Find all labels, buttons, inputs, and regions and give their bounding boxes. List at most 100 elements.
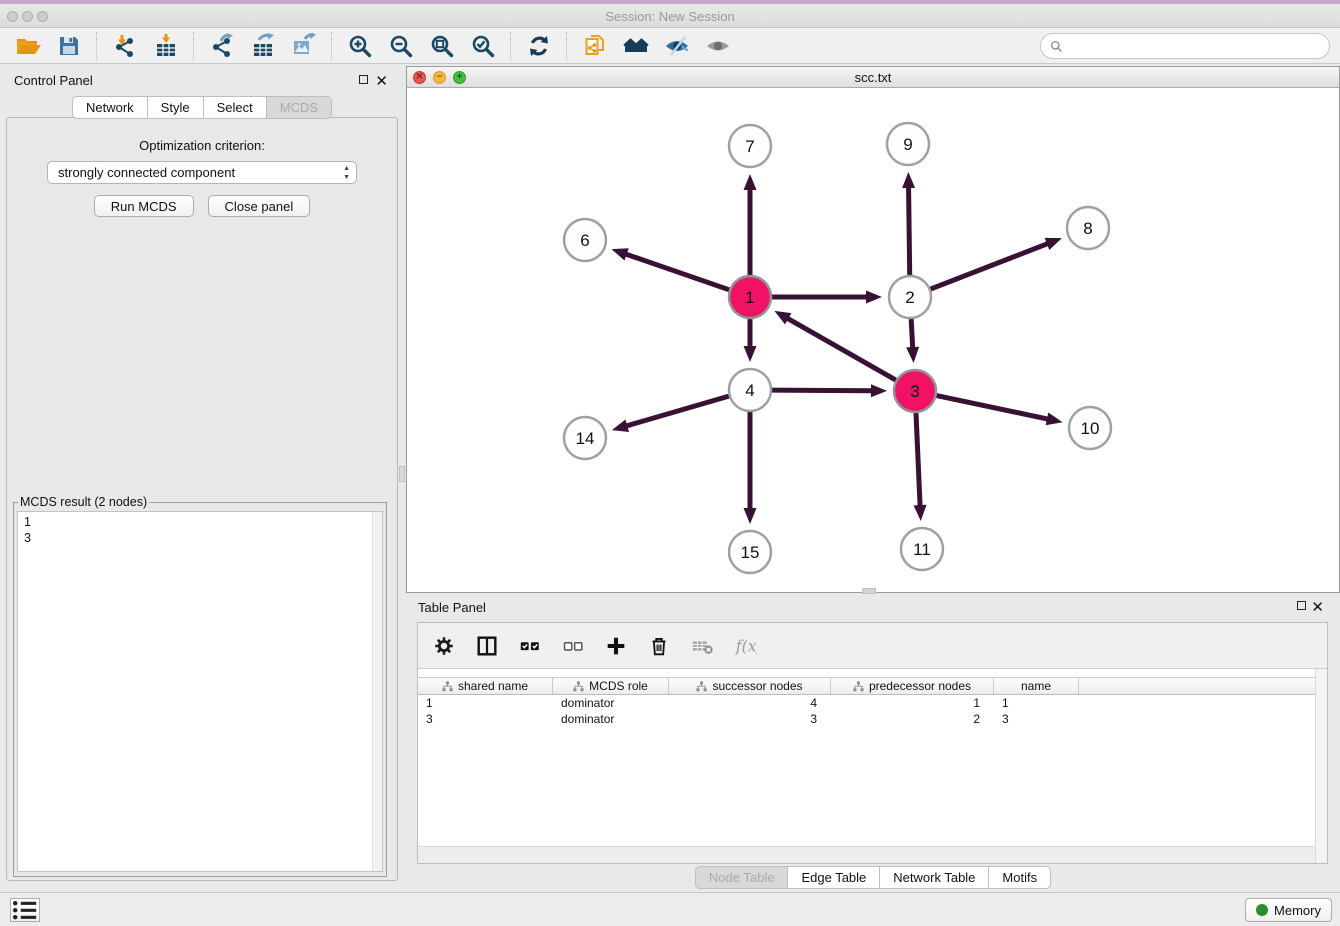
zoom-in-icon[interactable]	[346, 32, 373, 59]
mcds-panel: Optimization criterion: strongly connect…	[6, 117, 398, 881]
column-header-name[interactable]: name	[994, 678, 1079, 694]
graph-edge-3-11[interactable]	[916, 413, 920, 507]
graph-node-label-9: 9	[903, 135, 912, 154]
toggle-columns-icon[interactable]	[473, 632, 501, 660]
window-title: Session: New Session	[0, 9, 1340, 24]
tab-network-table[interactable]: Network Table	[880, 866, 989, 889]
graph-edge-2-9[interactable]	[909, 186, 910, 275]
table-panel-header: Table Panel ✕	[412, 598, 1336, 618]
graph-arrowhead	[1045, 238, 1062, 250]
table-cell: 3	[994, 711, 1079, 727]
tab-motifs[interactable]: Motifs	[989, 866, 1051, 889]
memory-button-label: Memory	[1274, 903, 1321, 918]
horizontal-splitter-grip[interactable]	[862, 588, 876, 594]
export-network-icon[interactable]	[208, 32, 235, 59]
table-cell: 2	[831, 711, 994, 727]
graph-arrowhead	[612, 419, 629, 431]
toolbar-group	[0, 32, 96, 59]
network-canvas[interactable]: 7968124314101511	[407, 88, 1339, 592]
mcds-result-area[interactable]: 1 3	[17, 511, 383, 872]
zoom-fit-icon[interactable]	[428, 32, 455, 59]
search-input[interactable]	[1063, 36, 1329, 56]
graph-edge-2-3[interactable]	[911, 319, 913, 349]
vertical-splitter-grip[interactable]	[399, 466, 405, 482]
refresh-network-icon[interactable]	[525, 32, 552, 59]
graph-arrowhead	[744, 508, 757, 524]
criterion-select[interactable]: strongly connected component ▲▼	[47, 161, 357, 184]
export-table-icon[interactable]	[249, 32, 276, 59]
search-icon	[1050, 40, 1063, 53]
task-history-button[interactable]	[10, 898, 40, 922]
close-panel-button[interactable]: Close panel	[208, 195, 311, 217]
control-panel-header: Control Panel ✕	[6, 70, 398, 92]
save-session-icon[interactable]	[55, 32, 82, 59]
tab-style[interactable]: Style	[148, 96, 204, 119]
control-panel-float-icon[interactable]	[359, 75, 368, 84]
hide-selected-icon[interactable]	[663, 32, 690, 59]
graph-node-label-6: 6	[580, 231, 589, 250]
table-row[interactable]: 1dominator411	[418, 695, 1315, 711]
graph-arrowhead	[744, 346, 757, 362]
zoom-out-icon[interactable]	[387, 32, 414, 59]
clone-network-icon[interactable]	[581, 32, 608, 59]
table-panel-float-icon[interactable]	[1297, 601, 1306, 610]
function-builder-icon: f(x)	[731, 632, 759, 660]
graph-arrowhead	[914, 505, 927, 521]
zoom-selected-icon[interactable]	[469, 32, 496, 59]
control-panel-title: Control Panel	[14, 73, 93, 88]
column-header-label: name	[1021, 679, 1051, 693]
import-network-icon[interactable]	[111, 32, 138, 59]
tab-node-table[interactable]: Node Table	[695, 866, 789, 889]
graph-arrowhead	[866, 291, 882, 304]
graph-arrowhead	[871, 384, 887, 397]
delete-column-icon[interactable]	[645, 632, 673, 660]
table-panel-close-icon[interactable]: ✕	[1311, 603, 1324, 612]
table-hscroll-area[interactable]	[418, 846, 1315, 863]
mcds-result-box: MCDS result (2 nodes) 1 3	[13, 495, 387, 877]
graph-node-label-2: 2	[905, 288, 914, 307]
tab-edge-table[interactable]: Edge Table	[788, 866, 880, 889]
graph-arrowhead	[902, 172, 915, 188]
add-column-icon[interactable]	[602, 632, 630, 660]
home-neighbors-icon[interactable]	[622, 32, 649, 59]
graph-edge-2-8[interactable]	[931, 243, 1049, 289]
table-scrollbar[interactable]	[1315, 669, 1327, 863]
export-image-icon[interactable]	[290, 32, 317, 59]
graph-edge-3-10[interactable]	[937, 396, 1049, 420]
open-folder-icon[interactable]	[14, 32, 41, 59]
table-settings-gear-icon[interactable]	[430, 632, 458, 660]
column-header-label: successor nodes	[712, 679, 802, 693]
select-stepper-icon: ▲▼	[343, 164, 350, 182]
node-table: shared nameMCDS role successor nodes prede…	[418, 677, 1315, 845]
graph-edge-4-3[interactable]	[772, 390, 873, 391]
select-all-columns-icon[interactable]	[516, 632, 544, 660]
search-box[interactable]	[1040, 33, 1330, 59]
graph-edge-4-14[interactable]	[625, 396, 729, 426]
run-mcds-button[interactable]: Run MCDS	[94, 195, 194, 217]
column-header-predecessor-nodes[interactable]: predecessor nodes	[831, 678, 994, 694]
toolbar-group	[567, 32, 745, 59]
tab-select[interactable]: Select	[204, 96, 267, 119]
column-type-icon	[442, 681, 453, 692]
tab-network[interactable]: Network	[72, 96, 148, 119]
unselect-all-columns-icon[interactable]	[559, 632, 587, 660]
column-header-shared-name[interactable]: shared name	[418, 678, 553, 694]
graph-arrowhead	[744, 174, 757, 190]
show-all-icon[interactable]	[704, 32, 731, 59]
graph-edge-3-1[interactable]	[786, 318, 895, 380]
result-scrollbar[interactable]	[372, 512, 382, 871]
import-table-icon[interactable]	[152, 32, 179, 59]
graph-arrowhead	[1046, 413, 1063, 426]
delete-table-icon	[688, 632, 716, 660]
memory-button[interactable]: Memory	[1245, 898, 1332, 922]
graph-node-label-10: 10	[1081, 419, 1100, 438]
graph-edge-1-6[interactable]	[625, 254, 730, 290]
control-panel-close-icon[interactable]: ✕	[375, 77, 388, 86]
tab-mcds[interactable]: MCDS	[267, 96, 332, 119]
graph-node-label-15: 15	[741, 543, 760, 562]
graph-arrowhead	[906, 347, 919, 363]
column-header-successor-nodes[interactable]: successor nodes	[669, 678, 831, 694]
table-row[interactable]: 3dominator323	[418, 711, 1315, 727]
graph-node-label-1: 1	[745, 288, 754, 307]
column-header-MCDS-role[interactable]: MCDS role	[553, 678, 669, 694]
